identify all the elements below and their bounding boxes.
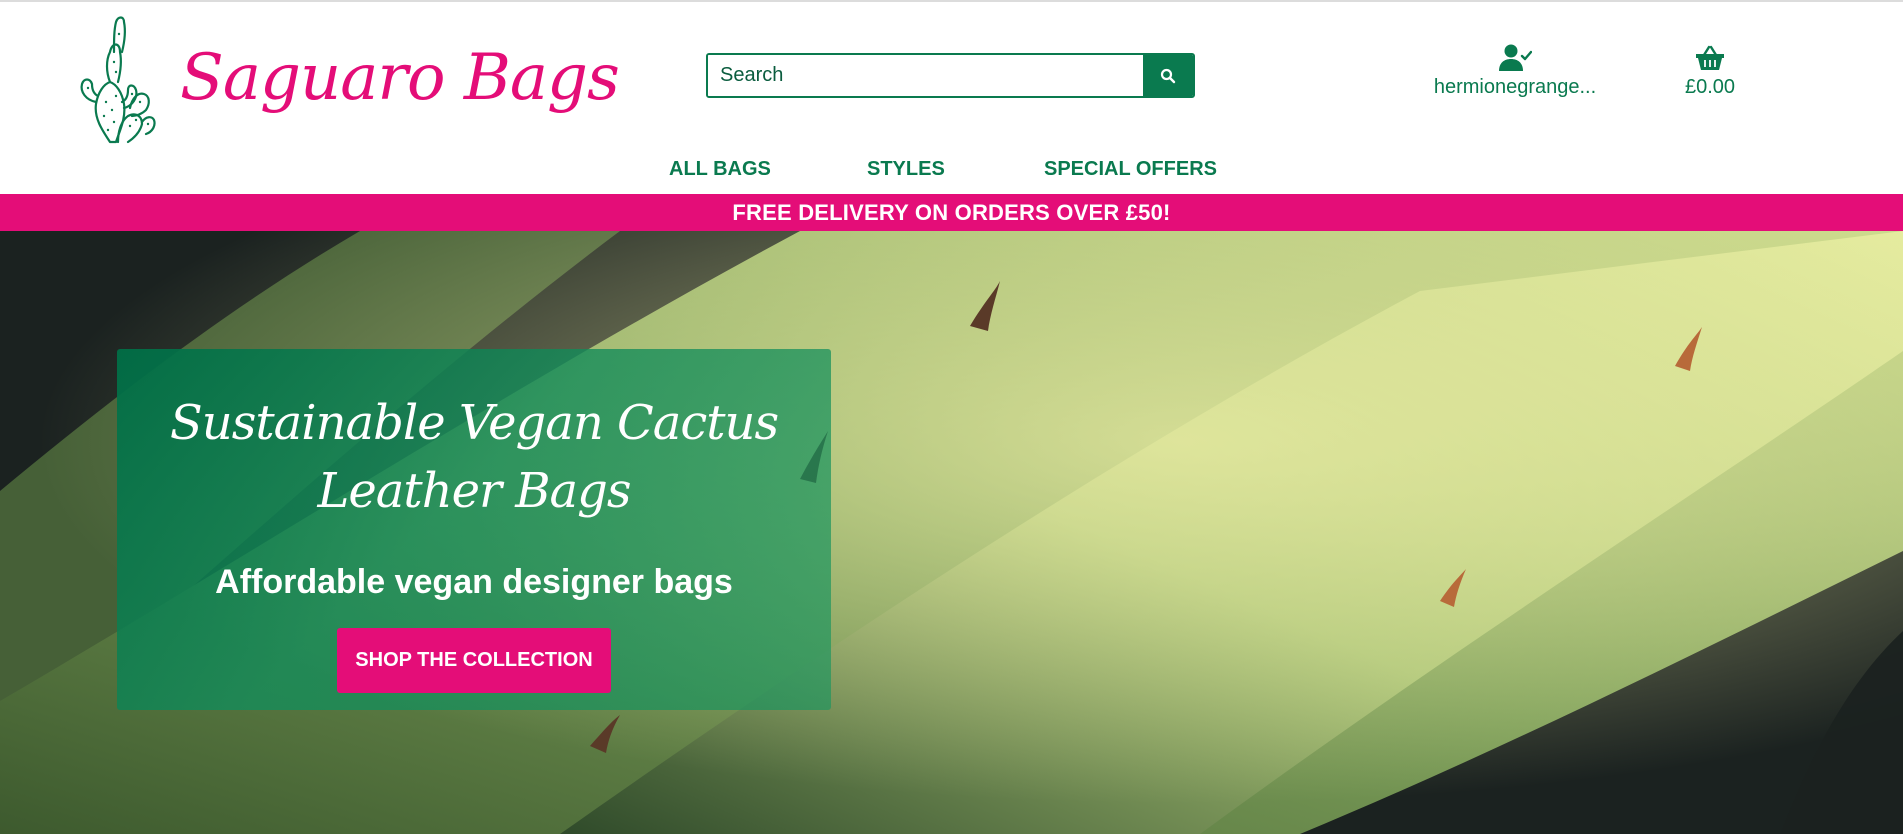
cart-link[interactable]: £0.00	[1670, 44, 1750, 106]
search-button[interactable]	[1143, 55, 1193, 96]
hero-card: Sustainable Vegan Cactus Leather Bags Af…	[117, 349, 831, 710]
hero-subtitle: Affordable vegan designer bags	[215, 563, 733, 602]
cart-total: £0.00	[1684, 76, 1736, 98]
shop-collection-button[interactable]: SHOP THE COLLECTION	[337, 628, 611, 694]
search-form	[706, 53, 1195, 98]
nav-special-offers[interactable]: SPECIAL OFFERS	[1044, 158, 1217, 181]
nav-styles[interactable]: STYLES	[867, 158, 945, 181]
site-header: Saguaro Bags hermionegrange...	[0, 2, 1903, 194]
site-logo[interactable]: Saguaro Bags	[70, 10, 620, 145]
hero-title: Sustainable Vegan Cactus Leather Bags	[169, 395, 779, 519]
user-check-icon	[1499, 44, 1532, 71]
search-icon	[1160, 68, 1176, 83]
banner-text: FREE DELIVERY ON ORDERS OVER £50!	[732, 199, 1171, 225]
hero-section: Sustainable Vegan Cactus Leather Bags Af…	[0, 231, 1903, 834]
free-delivery-banner: FREE DELIVERY ON ORDERS OVER £50!	[0, 194, 1903, 231]
main-navigation: ALL BAGS STYLES SPECIAL OFFERS	[0, 158, 1903, 188]
cactus-icon	[80, 15, 156, 143]
search-input[interactable]	[708, 55, 1143, 96]
basket-icon	[1696, 45, 1724, 70]
brand-name: Saguaro Bags	[180, 40, 620, 115]
nav-all-bags[interactable]: ALL BAGS	[669, 158, 771, 181]
account-link[interactable]: hermionegrange...	[1430, 44, 1600, 106]
account-username: hermionegrange...	[1433, 76, 1597, 98]
